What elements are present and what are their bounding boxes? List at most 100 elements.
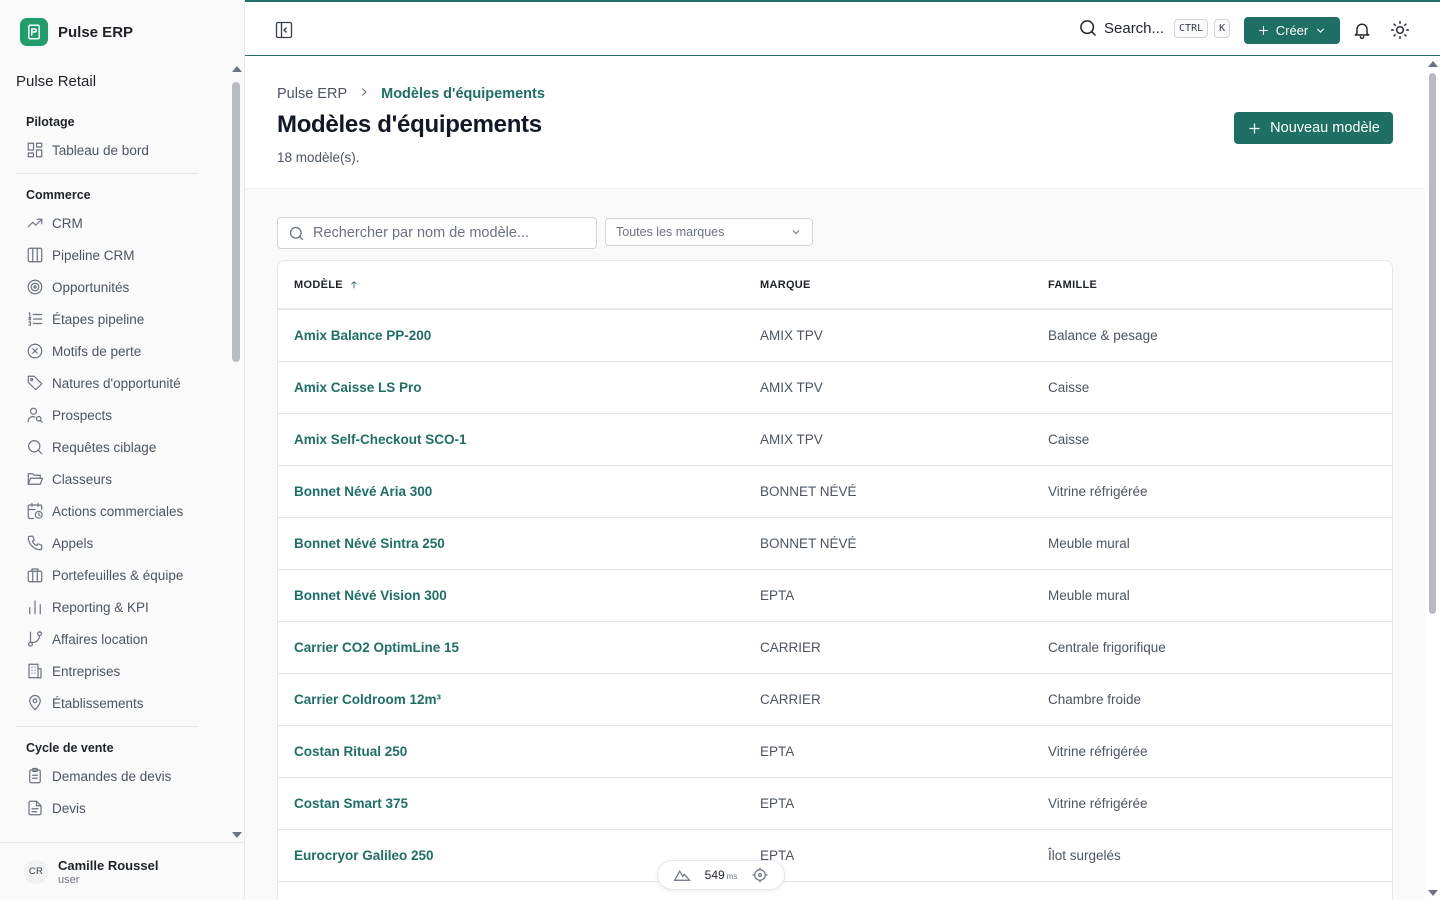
sort-ascending-icon <box>351 280 357 288</box>
user-menu[interactable]: CR Camille Roussel user <box>0 842 244 900</box>
main-scrollbar[interactable] <box>1425 57 1440 900</box>
topbar: Search... CTRL K Créer <box>245 0 1440 56</box>
sidebar-item-affaires-location[interactable]: Affaires location <box>0 623 228 655</box>
table-row[interactable]: Carrier CO2 OptimLine 15 CARRIER Central… <box>278 622 1392 674</box>
cell-family: Balance & pesage <box>1048 328 1158 343</box>
cell-brand: EPTA <box>760 796 795 811</box>
cell-model-link[interactable]: Amix Self-Checkout SCO-1 <box>278 432 744 447</box>
sidebar-scrollbar[interactable] <box>228 66 244 842</box>
table-row[interactable]: Amix Caisse LS Pro AMIX TPV Caisse <box>278 362 1392 414</box>
breadcrumb: Pulse ERP Modèles d'équipements <box>277 85 545 103</box>
nav-group-commerce: Commerce <box>26 188 91 202</box>
sidebar-item-natures-opportunite[interactable]: Natures d'opportunité <box>0 367 228 399</box>
sidebar-item-pipeline-crm[interactable]: Pipeline CRM <box>0 239 228 271</box>
sidebar-item-label: Actions commerciales <box>52 503 184 519</box>
cell-model-link[interactable]: Bonnet Névé Sintra 250 <box>278 536 744 551</box>
user-search-icon <box>27 407 43 423</box>
theme-toggle-button[interactable] <box>1390 20 1410 40</box>
sidebar-item-crm[interactable]: CRM <box>0 207 228 239</box>
sidebar-item-label: Étapes pipeline <box>52 311 145 327</box>
sidebar-toggle-button[interactable] <box>274 20 294 40</box>
new-model-button[interactable]: Nouveau modèle <box>1234 112 1393 144</box>
crosshair-icon <box>752 867 768 883</box>
scroll-up-arrow-icon[interactable] <box>232 66 242 72</box>
table-row[interactable]: Costan Ritual 250 EPTA Vitrine réfrigéré… <box>278 726 1392 778</box>
column-header-model[interactable]: MODÈLE <box>278 279 744 291</box>
create-button[interactable]: Créer <box>1244 17 1340 44</box>
cell-family: Chambre froide <box>1048 692 1142 707</box>
sidebar-item-label: Reporting & KPI <box>52 599 149 615</box>
sidebar-item-actions-commerciales[interactable]: Actions commerciales <box>0 495 228 527</box>
cell-model-link[interactable]: Carrier CO2 OptimLine 15 <box>278 640 744 655</box>
sidebar-item-label: Portefeuilles & équipe <box>52 567 184 583</box>
sidebar-item-tableau-de-bord[interactable]: Tableau de bord <box>0 134 228 166</box>
sidebar-item-motifs-de-perte[interactable]: Motifs de perte <box>0 335 228 367</box>
building-icon <box>28 663 42 679</box>
nav-divider <box>16 726 198 727</box>
sidebar-item-requetes-ciblage[interactable]: Requêtes ciblage <box>0 431 228 463</box>
cell-model-link[interactable]: Costan Smart 375 <box>278 796 744 811</box>
kanban-icon <box>27 247 43 263</box>
table-row[interactable]: Costan Smart 375 EPTA Vitrine réfrigérée <box>278 778 1392 830</box>
scroll-down-arrow-icon[interactable] <box>232 832 242 838</box>
sidebar-item-portefeuilles-equipe[interactable]: Portefeuilles & équipe <box>0 559 228 591</box>
table-row[interactable]: Bonnet Névé Sintra 250 BONNET NÉVÉ Meubl… <box>278 518 1392 570</box>
x-circle-icon <box>27 343 43 359</box>
sidebar-nav: Pilotage Tableau de bord Commerce CRM Pi… <box>0 110 228 840</box>
model-search-input[interactable] <box>313 225 583 241</box>
table-row[interactable]: Carrier Coldroom 12m³ CARRIER Chambre fr… <box>278 674 1392 726</box>
model-search-field[interactable] <box>277 217 597 249</box>
sidebar-item-etapes-pipeline[interactable]: Étapes pipeline <box>0 303 228 335</box>
scroll-down-arrow-icon[interactable] <box>1428 890 1438 896</box>
cell-model-link[interactable]: Amix Balance PP-200 <box>278 328 744 343</box>
sidebar-item-classeurs[interactable]: Classeurs <box>0 463 228 495</box>
column-header-brand[interactable]: MARQUE <box>744 279 1032 291</box>
cell-family: Meuble mural <box>1048 536 1130 551</box>
brand-filter-select[interactable]: Toutes les marques <box>605 218 813 246</box>
column-header-label: MODÈLE <box>294 278 343 291</box>
breadcrumb-root-link[interactable]: Pulse ERP <box>277 86 347 102</box>
table-row[interactable]: Bonnet Névé Aria 300 BONNET NÉVÉ Vitrine… <box>278 466 1392 518</box>
cell-brand: CARRIER <box>760 640 821 655</box>
sidebar-item-prospects[interactable]: Prospects <box>0 399 228 431</box>
column-header-family[interactable]: FAMILLE <box>1032 279 1392 291</box>
search-icon <box>1080 20 1097 37</box>
table-row[interactable]: Amix Self-Checkout SCO-1 AMIX TPV Caisse <box>278 414 1392 466</box>
dev-perf-indicator[interactable]: 549 ms <box>657 860 785 890</box>
scroll-up-arrow-icon[interactable] <box>1428 61 1438 67</box>
main-scroll-thumb[interactable] <box>1429 73 1436 614</box>
global-search-button[interactable]: Search... CTRL K <box>1078 18 1231 38</box>
cell-model-link[interactable]: Amix Caisse LS Pro <box>278 380 744 395</box>
cell-model-link[interactable]: Carrier Coldroom 12m³ <box>278 692 744 707</box>
sidebar-item-etablissements[interactable]: Établissements <box>0 687 228 719</box>
table-row[interactable]: Bonnet Névé Vision 300 EPTA Meuble mural <box>278 570 1392 622</box>
sidebar-item-reporting-kpi[interactable]: Reporting & KPI <box>0 591 228 623</box>
sidebar-item-opportunites[interactable]: Opportunités <box>0 271 228 303</box>
sidebar: Pulse ERP Pulse Retail Pilotage Tableau … <box>0 0 245 900</box>
sidebar-item-label: Classeurs <box>52 471 113 487</box>
cell-family: Vitrine réfrigérée <box>1048 796 1148 811</box>
app-brand[interactable]: Pulse ERP <box>20 18 133 46</box>
cell-model-link[interactable]: Bonnet Névé Vision 300 <box>278 588 744 603</box>
table-row[interactable]: Eurocryor Galileo 250 EPTA Îlot surgelés <box>278 830 1392 882</box>
nuxt-logo-icon <box>673 870 691 881</box>
sidebar-scroll-thumb[interactable] <box>232 82 240 362</box>
table-row[interactable]: Amix Balance PP-200 AMIX TPV Balance & p… <box>278 310 1392 362</box>
new-model-button-label: Nouveau modèle <box>1270 120 1380 136</box>
file-text-icon <box>28 800 42 816</box>
sidebar-item-appels[interactable]: Appels <box>0 527 228 559</box>
user-role: user <box>58 873 80 886</box>
cell-model-link[interactable]: Bonnet Névé Aria 300 <box>278 484 744 499</box>
sidebar-item-entreprises[interactable]: Entreprises <box>0 655 228 687</box>
notifications-button[interactable] <box>1352 20 1372 40</box>
organization-name[interactable]: Pulse Retail <box>16 73 96 90</box>
sidebar-item-devis[interactable]: Devis <box>0 792 228 824</box>
app-logo-icon <box>20 18 48 46</box>
main-content: Pulse ERP Modèles d'équipements Modèles … <box>245 57 1425 900</box>
sidebar-item-label: Requêtes ciblage <box>52 439 157 455</box>
sidebar-item-demandes-de-devis[interactable]: Demandes de devis <box>0 760 228 792</box>
chevron-right-icon <box>357 85 371 103</box>
cell-model-link[interactable]: Costan Ritual 250 <box>278 744 744 759</box>
column-header-label: MARQUE <box>760 278 811 291</box>
cell-brand: AMIX TPV <box>760 432 823 447</box>
